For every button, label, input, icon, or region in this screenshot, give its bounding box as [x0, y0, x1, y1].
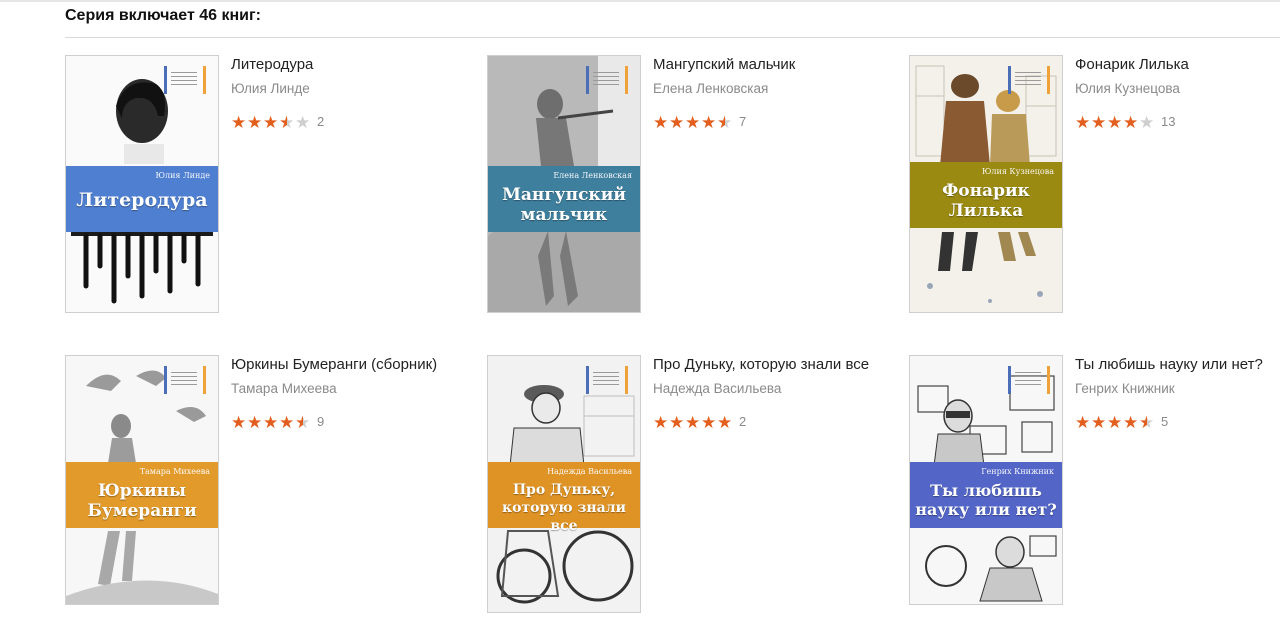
star-icon: ★ [263, 413, 280, 433]
star-icon: ★ [1075, 413, 1092, 433]
book-author-link[interactable]: Надежда Васильева [653, 381, 781, 396]
star-icon: ★ [653, 113, 670, 133]
book-cover[interactable]: Надежда Васильева Про Дуньку, которую зн… [487, 355, 641, 613]
star-icon: ★ [685, 113, 702, 133]
star-icon: ★ [701, 113, 718, 133]
star-icon: ★ [231, 113, 248, 133]
star-icon: ★ [717, 413, 734, 433]
rating: ★★★★★ 5 [1075, 413, 1168, 433]
book-title-link[interactable]: Ты любишь науку или нет? [1075, 356, 1263, 373]
star-icon: ★ [1123, 413, 1140, 433]
star-icon: ★ [701, 413, 718, 433]
publisher-logo [586, 366, 628, 394]
book-author-link[interactable]: Тамара Михеева [231, 381, 337, 396]
star-icon: ★ [231, 413, 248, 433]
star-icon: ★ [1107, 113, 1124, 133]
book-cover[interactable]: Елена Ленковская Мангупский мальчик [487, 55, 641, 313]
rating-count: 9 [317, 414, 325, 429]
rating: ★★★★★ 13 [1075, 113, 1175, 133]
publisher-logo [164, 366, 206, 394]
publisher-logo [1008, 366, 1050, 394]
rating: ★★★★★ 2 [231, 113, 324, 133]
cover-author: Надежда Васильева [547, 467, 632, 476]
book-author-link[interactable]: Юлия Линде [231, 81, 310, 96]
cover-title: Ты любишь науку или нет? [915, 481, 1057, 519]
book-title-link[interactable]: Юркины Бумеранги (сборник) [231, 356, 437, 373]
star-icon: ★ [685, 413, 702, 433]
cover-title-band: Юлия Кузнецова Фонарик Лилька [910, 162, 1062, 228]
star-icon: ★ [669, 113, 686, 133]
cover-title-band: Надежда Васильева Про Дуньку, которую зн… [488, 462, 640, 534]
book-card: Юлия Кузнецова Фонарик Лилька Фонарик Ли… [909, 55, 1280, 315]
book-cover[interactable]: Юлия Линде Литеродура [65, 55, 219, 313]
cover-title-band: Тамара Михеева Юркины Бумеранги [66, 462, 218, 528]
book-title-link[interactable]: Мангупский мальчик [653, 56, 795, 73]
star-icon: ★ [1139, 113, 1156, 133]
cover-title: Фонарик Лилька [942, 181, 1030, 221]
top-border [0, 0, 1280, 2]
cover-title: Про Дуньку, которую знали все [502, 482, 626, 534]
cover-title-band: Генрих Книжник Ты любишь науку или нет? [910, 462, 1062, 528]
rating-count: 7 [739, 114, 747, 129]
book-author-link[interactable]: Юлия Кузнецова [1075, 81, 1180, 96]
book-title-link[interactable]: Литеродура [231, 56, 313, 73]
publisher-logo [1008, 66, 1050, 94]
series-header: Серия включает 46 книг: [65, 7, 261, 24]
book-title-link[interactable]: Фонарик Лилька [1075, 56, 1189, 73]
rating-count: 13 [1161, 114, 1176, 129]
book-card: Юлия Линде Литеродура Литеродура Юлия Ли… [65, 55, 465, 315]
cover-author: Елена Ленковская [553, 171, 632, 180]
star-icon: ★ [295, 413, 312, 433]
star-icon: ★ [1091, 113, 1108, 133]
rating-count: 2 [317, 114, 325, 129]
star-icon: ★ [1107, 413, 1124, 433]
star-icon: ★ [263, 113, 280, 133]
star-icon: ★ [717, 113, 734, 133]
book-card: Тамара Михеева Юркины Бумеранги Юркины Б… [65, 355, 465, 615]
book-card: Генрих Книжник Ты любишь науку или нет? … [909, 355, 1280, 615]
star-icon: ★ [279, 113, 296, 133]
book-card: Надежда Васильева Про Дуньку, которую зн… [487, 355, 887, 615]
star-icon: ★ [653, 413, 670, 433]
star-icon: ★ [669, 413, 686, 433]
star-icon: ★ [247, 413, 264, 433]
rating: ★★★★★ 9 [231, 413, 324, 433]
cover-author: Юлия Линде [155, 171, 210, 180]
header-divider [65, 37, 1280, 38]
cover-title: Мангупский мальчик [502, 185, 626, 225]
star-icon: ★ [295, 113, 312, 133]
star-icon: ★ [1075, 113, 1092, 133]
star-icon: ★ [1123, 113, 1140, 133]
book-cover[interactable]: Генрих Книжник Ты любишь науку или нет? [909, 355, 1063, 605]
cover-title-band: Юлия Линде Литеродура [66, 166, 218, 232]
cover-title: Литеродура [76, 189, 208, 211]
cover-title: Юркины Бумеранги [87, 481, 197, 521]
star-icon: ★ [247, 113, 264, 133]
publisher-logo [586, 66, 628, 94]
star-icon: ★ [279, 413, 296, 433]
star-icon: ★ [1091, 413, 1108, 433]
rating: ★★★★★ 7 [653, 113, 746, 133]
book-author-link[interactable]: Елена Ленковская [653, 81, 768, 96]
cover-author: Юлия Кузнецова [981, 167, 1054, 176]
book-cover[interactable]: Тамара Михеева Юркины Бумеранги [65, 355, 219, 605]
cover-title-band: Елена Ленковская Мангупский мальчик [488, 166, 640, 232]
publisher-logo [164, 66, 206, 94]
book-author-link[interactable]: Генрих Книжник [1075, 381, 1175, 396]
star-icon: ★ [1139, 413, 1156, 433]
book-title-link[interactable]: Про Дуньку, которую знали все [653, 356, 869, 373]
rating-count: 2 [739, 414, 747, 429]
rating-count: 5 [1161, 414, 1169, 429]
book-cover[interactable]: Юлия Кузнецова Фонарик Лилька [909, 55, 1063, 313]
cover-author: Генрих Книжник [981, 467, 1054, 476]
book-card: Елена Ленковская Мангупский мальчик Манг… [487, 55, 887, 315]
rating: ★★★★★ 2 [653, 413, 746, 433]
cover-author: Тамара Михеева [139, 467, 210, 476]
